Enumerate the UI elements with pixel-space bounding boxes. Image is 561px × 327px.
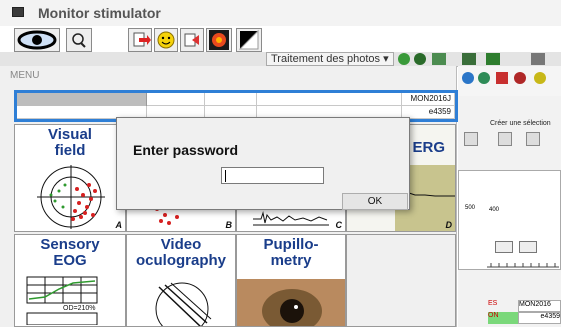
tile-letter: A <box>115 220 123 230</box>
next-button[interactable] <box>180 28 204 52</box>
globe-icon[interactable] <box>462 72 474 84</box>
tile-video-oculography[interactable]: Video oculography <box>126 234 236 327</box>
secondary-toolbar: Traitement des photos ▾ <box>0 52 561 67</box>
eye-photo-icon <box>237 279 345 326</box>
eog-caption: OD=210% <box>63 305 96 312</box>
tile-letter: D <box>445 220 453 230</box>
picture-icon[interactable] <box>496 72 508 84</box>
green-status-icon[interactable] <box>398 53 410 65</box>
main-toolbar <box>0 26 290 54</box>
password-input[interactable] <box>221 167 324 184</box>
tile-label: Sensory EOG <box>40 236 100 269</box>
dialog-title: Enter password <box>133 142 239 158</box>
number-cell: e4359 <box>518 312 561 324</box>
axis-label-500: 500 <box>465 205 476 211</box>
header-cell[interactable] <box>257 93 402 106</box>
code-cell: MON2016 <box>518 300 561 312</box>
chart-window: 500 400 <box>458 170 561 270</box>
search-icon <box>72 33 86 48</box>
window-button[interactable] <box>495 241 513 253</box>
tile-pupillometry[interactable]: Pupillo-metry <box>236 234 346 327</box>
arrow-right-icon <box>184 33 199 47</box>
title-bar: Monitor stimulator <box>0 0 561 26</box>
grid-icon[interactable] <box>498 132 512 146</box>
tile-label: ERG <box>412 139 445 156</box>
user-icon[interactable] <box>478 72 490 84</box>
tile-label: Video oculography <box>135 236 226 269</box>
settings-icon[interactable] <box>534 72 546 84</box>
header-cell-name[interactable] <box>17 93 147 106</box>
smiley-button[interactable] <box>154 28 178 52</box>
eye-button[interactable] <box>14 28 60 52</box>
tile-sensory-eog[interactable]: Sensory EOG OD=210% <box>14 234 126 327</box>
tile-label: Pupillo-metry <box>263 236 319 269</box>
grid-icon[interactable] <box>526 132 540 146</box>
tile-empty <box>346 234 456 327</box>
tile-letter: B <box>225 220 233 230</box>
oculography-icon <box>155 282 212 326</box>
search-button[interactable] <box>66 28 92 52</box>
export-icon <box>133 32 151 47</box>
header-cell[interactable] <box>205 93 257 106</box>
header-cell[interactable] <box>147 93 205 106</box>
grid-icon[interactable] <box>464 132 478 146</box>
smiley-icon <box>157 31 175 49</box>
status-icon[interactable] <box>414 53 426 65</box>
contrast-button[interactable] <box>236 28 262 52</box>
photo-processing-label: Traitement des photos <box>271 53 381 65</box>
image-icon[interactable] <box>432 53 446 65</box>
menu-label: MENU <box>10 70 40 81</box>
window-title: Monitor stimulator <box>38 5 161 21</box>
contrast-icon <box>238 29 259 50</box>
axis-label-400: 400 <box>489 207 500 213</box>
tile-letter: C <box>335 220 343 230</box>
password-dialog: Enter password OK <box>116 117 410 210</box>
stimulus-icon <box>209 30 229 50</box>
tile-label: Visual field <box>48 126 92 159</box>
eye-icon <box>17 30 57 50</box>
app-icon <box>12 7 24 17</box>
keyboard-icon[interactable] <box>531 53 545 65</box>
background-app-panel: Créer une sélection 500 400 ES ON MON201… <box>458 66 561 327</box>
ruler-icon <box>487 263 559 268</box>
photo-processing-menu[interactable]: Traitement des photos ▾ <box>266 52 394 66</box>
text-caret <box>225 170 226 182</box>
eog-chart-icon <box>26 276 98 325</box>
window-button[interactable] <box>519 241 537 253</box>
icon-strip <box>458 66 561 96</box>
chart-icon[interactable] <box>486 53 500 65</box>
visual-field-plot-icon <box>37 165 105 229</box>
header-cell-code[interactable]: MON2016J <box>402 93 455 106</box>
export-button[interactable] <box>128 28 152 52</box>
ok-button[interactable]: OK <box>342 193 408 210</box>
tile-visual-field[interactable]: Visual field A <box>14 124 126 232</box>
tool-icon[interactable] <box>462 53 476 65</box>
person-icon[interactable] <box>514 72 526 84</box>
stimulus-button[interactable] <box>206 28 232 52</box>
create-selection-label: Créer une sélection <box>490 120 551 127</box>
dropdown-arrow-icon: ▾ <box>380 53 389 65</box>
